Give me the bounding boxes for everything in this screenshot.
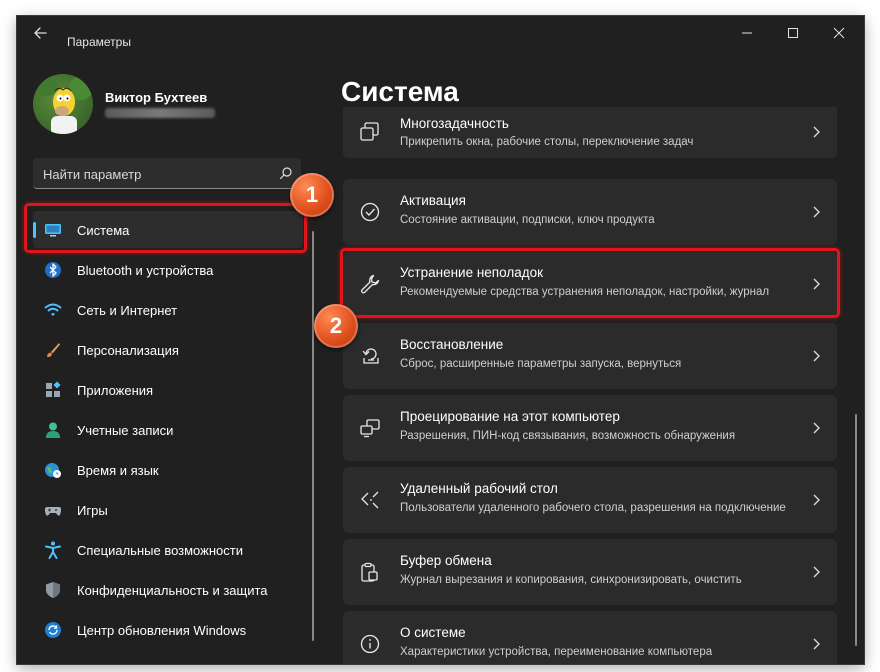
globe-clock-icon [45, 463, 61, 478]
shield-icon [46, 582, 60, 598]
card-subtitle: Разрешения, ПИН-код связывания, возможно… [400, 430, 736, 442]
sidebar-item-label: Игры [77, 503, 108, 518]
clipboard-icon [361, 562, 378, 582]
search-placeholder: Найти параметр [43, 167, 142, 182]
minimize-icon [742, 32, 752, 34]
search-icon[interactable] [279, 166, 293, 180]
chevron-right-icon [813, 350, 820, 362]
sidebar-item-bluetooth[interactable]: Bluetooth и устройства [33, 251, 303, 288]
update-icon [45, 622, 61, 638]
minimize-button[interactable] [724, 16, 770, 50]
sidebar-item-network[interactable]: Сеть и Интернет [33, 291, 303, 328]
user-avatar-icon [37, 76, 93, 134]
sidebar-item-label: Учетные записи [77, 423, 174, 438]
card-clipboard[interactable]: Буфер обмена Журнал вырезания и копирова… [343, 539, 837, 605]
bluetooth-icon [45, 262, 61, 278]
card-subtitle: Пользователи удаленного рабочего стола, … [400, 502, 786, 514]
sidebar-item-label: Приложения [77, 383, 154, 398]
sidebar-item-privacy[interactable]: Конфиденциальность и защита [33, 571, 303, 608]
remote-desktop-icon [361, 491, 379, 509]
card-title: Восстановление [400, 337, 504, 352]
wifi-icon [44, 303, 62, 316]
chevron-right-icon [813, 126, 820, 138]
person-icon [46, 422, 60, 438]
card-recovery[interactable]: Восстановление Сброс, расширенные параме… [343, 323, 837, 389]
card-subtitle: Журнал вырезания и копирования, синхрони… [400, 574, 742, 586]
sidebar-item-label: Bluetooth и устройства [77, 263, 214, 278]
brush-icon [47, 343, 60, 358]
close-button[interactable] [816, 16, 862, 50]
card-title: О системе [400, 625, 466, 640]
card-remote-desktop[interactable]: Удаленный рабочий стол Пользователи удал… [343, 467, 837, 533]
sidebar-item-gaming[interactable]: Игры [33, 491, 303, 528]
sidebar-item-apps[interactable]: Приложения [33, 371, 303, 408]
maximize-button[interactable] [770, 16, 816, 50]
search-input[interactable]: Найти параметр [33, 158, 301, 189]
card-subtitle: Характеристики устройства, переименовани… [400, 646, 713, 658]
step-badge-1: 1 [290, 173, 334, 217]
recovery-icon [362, 348, 379, 364]
highlight-frame-system [24, 203, 307, 253]
accessibility-icon [45, 541, 61, 559]
arrow-left-icon [34, 27, 47, 39]
card-title: Буфер обмена [400, 553, 492, 568]
chevron-right-icon [813, 566, 820, 578]
info-icon [360, 634, 380, 654]
avatar[interactable] [33, 74, 93, 134]
sidebar-item-label: Центр обновления Windows [77, 623, 247, 638]
main-scrollbar[interactable] [855, 414, 857, 646]
sidebar-item-label: Конфиденциальность и защита [77, 583, 268, 598]
projection-icon [360, 419, 380, 438]
sidebar-item-label: Персонализация [77, 343, 179, 358]
sidebar-item-accounts[interactable]: Учетные записи [33, 411, 303, 448]
check-circle-icon [360, 202, 380, 222]
card-subtitle: Прикрепить окна, рабочие столы, переключ… [400, 136, 694, 148]
card-title: Проецирование на этот компьютер [400, 409, 620, 424]
chevron-right-icon [813, 422, 820, 434]
back-button[interactable] [31, 23, 53, 43]
sidebar-item-label: Сеть и Интернет [77, 303, 178, 318]
user-name: Виктор Бухтеев [105, 90, 208, 105]
card-subtitle: Сброс, расширенные параметры запуска, ве… [400, 358, 682, 370]
multitasking-icon [360, 122, 379, 141]
card-about[interactable]: О системе Характеристики устройства, пер… [343, 611, 837, 664]
sidebar-item-windows-update[interactable]: Центр обновления Windows [33, 611, 303, 648]
sidebar-scrollbar[interactable] [312, 231, 314, 641]
settings-window: Параметры Виктор Бухтеев Найти параметр [17, 16, 864, 664]
card-multitasking[interactable]: Многозадачность Прикрепить окна, рабочие… [343, 107, 837, 158]
title-bar: Параметры [17, 16, 864, 50]
card-title: Многозадачность [400, 116, 509, 131]
sidebar-item-personalization[interactable]: Персонализация [33, 331, 303, 368]
sidebar-item-label: Специальные возможности [77, 543, 243, 558]
chevron-right-icon [813, 494, 820, 506]
sidebar-item-label: Время и язык [77, 463, 159, 478]
card-title: Удаленный рабочий стол [400, 481, 558, 496]
step-badge-2: 2 [314, 304, 358, 348]
chevron-right-icon [813, 206, 820, 218]
apps-icon [46, 381, 61, 397]
chevron-right-icon [813, 638, 820, 650]
page-title: Система [341, 76, 459, 107]
card-projection[interactable]: Проецирование на этот компьютер Разрешен… [343, 395, 837, 461]
user-email-blurred [105, 108, 215, 118]
sidebar-item-time-language[interactable]: Время и язык [33, 451, 303, 488]
highlight-frame-troubleshoot [340, 248, 840, 318]
card-subtitle: Состояние активации, подписки, ключ прод… [400, 214, 655, 226]
gamepad-icon [44, 507, 62, 516]
sidebar-item-accessibility[interactable]: Специальные возможности [33, 531, 303, 568]
app-title: Параметры [67, 35, 131, 49]
card-title: Активация [400, 193, 466, 208]
sidebar-nav: Система Bluetooth и устройства Сеть и Ин… [33, 211, 303, 651]
card-activation[interactable]: Активация Состояние активации, подписки,… [343, 179, 837, 245]
maximize-icon [788, 28, 798, 38]
close-icon [833, 27, 845, 39]
